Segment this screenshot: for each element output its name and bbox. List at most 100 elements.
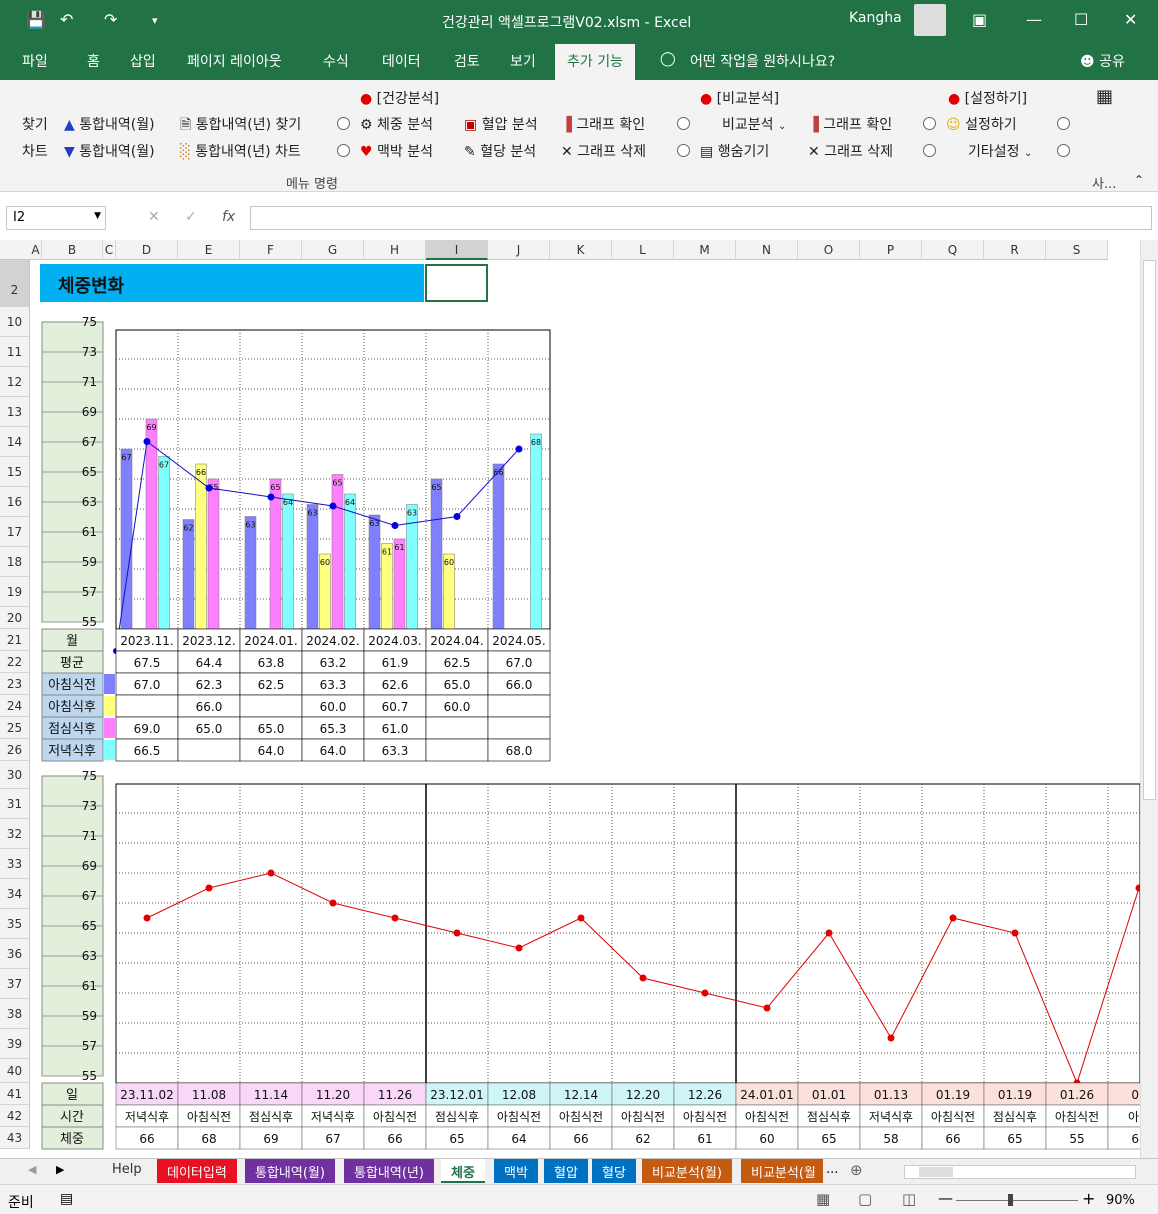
row-header-16[interactable]: 16 (0, 487, 30, 517)
tab-file[interactable]: 파일 (22, 51, 48, 71)
column-header-s[interactable]: S (1046, 240, 1108, 260)
sheet-tab-9[interactable]: 비교분석(월 (741, 1159, 823, 1183)
row-header-24[interactable]: 24 (0, 695, 30, 717)
cancel-icon[interactable]: ✕ (148, 209, 160, 225)
yearly-find-button[interactable]: 🗎 통합내역(년) 찾기 (180, 114, 301, 138)
h-scroll-thumb[interactable] (919, 1167, 953, 1177)
row-header-17[interactable]: 17 (0, 517, 30, 547)
column-header-h[interactable]: H (364, 240, 426, 260)
collapse-ribbon-icon[interactable]: ⌃ (1134, 173, 1144, 187)
column-header-i[interactable]: I (426, 240, 488, 260)
selected-cell-i2[interactable] (425, 264, 488, 302)
row-header-25[interactable]: 25 (0, 717, 30, 739)
tell-me-input[interactable]: 어떤 작업을 원하시나요? (690, 51, 835, 71)
column-header-o[interactable]: O (798, 240, 860, 260)
radio-2[interactable] (337, 144, 350, 157)
radio-7[interactable] (1057, 117, 1070, 130)
normal-view-icon[interactable]: ▦ (816, 1190, 830, 1208)
add-sheet-icon[interactable]: ⊕ (850, 1161, 863, 1179)
save-icon[interactable]: 💾 (26, 10, 46, 29)
row-header-26[interactable]: 26 (0, 739, 30, 761)
column-header-l[interactable]: L (612, 240, 674, 260)
column-header-n[interactable]: N (736, 240, 798, 260)
maximize-icon[interactable]: ☐ (1074, 10, 1088, 29)
tab-prev-icon[interactable]: ◀ (28, 1163, 36, 1176)
row-header-42[interactable]: 42 (0, 1105, 30, 1127)
tab-data[interactable]: 데이터 (382, 51, 421, 71)
name-box[interactable]: I2 ▼ (6, 206, 106, 230)
column-header-e[interactable]: E (178, 240, 240, 260)
row-header-14[interactable]: 14 (0, 427, 30, 457)
radio-6[interactable] (923, 144, 936, 157)
tab-view[interactable]: 보기 (510, 51, 536, 71)
column-header-q[interactable]: Q (922, 240, 984, 260)
row-header-2[interactable]: 2 (0, 260, 30, 307)
customize-qat-icon[interactable]: ▾ (152, 14, 158, 27)
page-layout-view-icon[interactable]: ▢ (858, 1190, 872, 1208)
tab-insert[interactable]: 삽입 (130, 51, 156, 71)
row-header-34[interactable]: 34 (0, 879, 30, 909)
sheet-tab-2[interactable]: 통합내역(월) (245, 1159, 335, 1183)
find-button[interactable]: 찾기 (22, 114, 48, 134)
redo-icon[interactable]: ↷ (104, 10, 117, 29)
row-header-11[interactable]: 11 (0, 337, 30, 367)
monthly-up-button[interactable]: ▲ 통합내역(월) (64, 114, 155, 134)
minimize-icon[interactable]: — (1026, 10, 1042, 29)
row-header-35[interactable]: 35 (0, 909, 30, 939)
row-header-20[interactable]: 20 (0, 607, 30, 629)
tab-review[interactable]: 검토 (454, 51, 480, 71)
formula-input[interactable] (250, 206, 1152, 230)
more-tabs[interactable]: ... (826, 1162, 838, 1177)
user-name[interactable]: Kangha (849, 10, 902, 26)
yearly-chart-button[interactable]: ░ 통합내역(년) 차트 (180, 141, 301, 161)
zoom-level[interactable]: 90% (1106, 1193, 1135, 1208)
row-header-12[interactable]: 12 (0, 367, 30, 397)
sheet-tab-0[interactable]: Help (102, 1159, 152, 1183)
worksheet[interactable]: 75 73 71 69 67 65 63 61 59 57 55 75 73 71 69 67 65 63 61 59… (30, 260, 1140, 1160)
sheet-tab-3[interactable]: 통합내역(년) (344, 1159, 434, 1183)
tab-home[interactable]: 홈 (87, 51, 100, 71)
row-header-33[interactable]: 33 (0, 849, 30, 879)
graph-delete-2-button[interactable]: ✕ 그래프 삭제 (808, 141, 893, 161)
zoom-in-icon[interactable]: + (1082, 1189, 1095, 1208)
row-header-36[interactable]: 36 (0, 939, 30, 969)
column-header-p[interactable]: P (860, 240, 922, 260)
row-header-15[interactable]: 15 (0, 457, 30, 487)
zoom-thumb[interactable] (1008, 1194, 1013, 1206)
column-header-r[interactable]: R (984, 240, 1046, 260)
row-header-37[interactable]: 37 (0, 969, 30, 999)
graph-delete-button[interactable]: ✕ 그래프 삭제 (561, 141, 646, 161)
row-header-22[interactable]: 22 (0, 651, 30, 673)
row-header-19[interactable]: 19 (0, 577, 30, 607)
zoom-out-icon[interactable]: — (938, 1189, 953, 1207)
column-header-k[interactable]: K (550, 240, 612, 260)
radio-1[interactable] (337, 117, 350, 130)
page-break-view-icon[interactable]: ◫ (902, 1190, 916, 1208)
table-icon[interactable]: ▦ (1096, 86, 1113, 107)
sheet-tab-4[interactable]: 체중 (441, 1159, 485, 1183)
row-header-43[interactable]: 43 (0, 1127, 30, 1149)
radio-3[interactable] (677, 117, 690, 130)
row-header-13[interactable]: 13 (0, 397, 30, 427)
row-header-38[interactable]: 38 (0, 999, 30, 1029)
scroll-thumb[interactable] (1143, 260, 1156, 800)
column-header-b[interactable]: B (42, 240, 103, 260)
column-header-g[interactable]: G (302, 240, 364, 260)
row-header-32[interactable]: 32 (0, 819, 30, 849)
column-header-d[interactable]: D (116, 240, 178, 260)
sheet-tab-6[interactable]: 혈압 (544, 1159, 588, 1183)
row-hide-button[interactable]: ▤ 행숨기기 (700, 141, 769, 161)
weight-analysis-button[interactable]: ⚙ 체중 분석 (360, 114, 433, 134)
horizontal-scrollbar[interactable] (904, 1165, 1136, 1179)
row-header-18[interactable]: 18 (0, 547, 30, 577)
tab-addins[interactable]: 추가 기능 (555, 44, 635, 80)
tab-next-icon[interactable]: ▶ (56, 1163, 64, 1176)
monthly-down-button[interactable]: ▼ 통합내역(월) (64, 141, 155, 161)
radio-8[interactable] (1057, 144, 1070, 157)
compare-dropdown[interactable]: 비교분석 ⌄ (722, 114, 786, 134)
row-header-21[interactable]: 21 (0, 629, 30, 651)
sheet-tab-1[interactable]: 데이터입력 (157, 1159, 237, 1183)
column-header-f[interactable]: F (240, 240, 302, 260)
column-header-c[interactable]: C (103, 240, 116, 260)
chevron-down-icon[interactable]: ▼ (94, 211, 101, 221)
